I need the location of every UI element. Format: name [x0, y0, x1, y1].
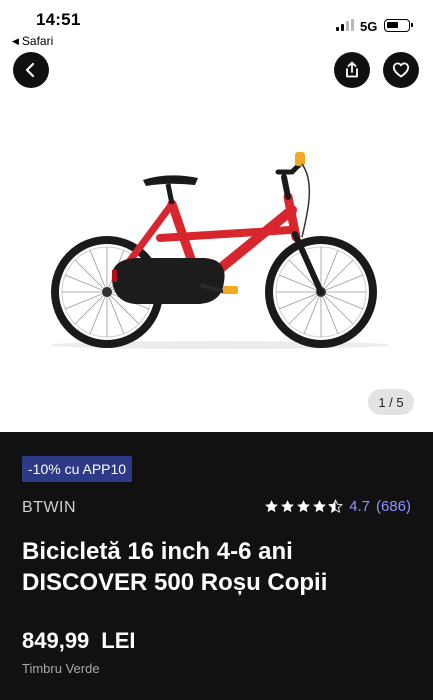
star-full-icon [297, 500, 310, 513]
clock: 14:51 [36, 10, 81, 29]
product-info-panel: -10% cu APP10 BTWIN 4.7 (686) Bicicletă … [0, 432, 433, 700]
back-button[interactable] [13, 52, 49, 88]
product-gallery[interactable]: 1 / 5 [0, 52, 433, 432]
product-price: 849,99 LEI [22, 628, 136, 654]
signal-icon [336, 19, 354, 31]
battery-icon [384, 19, 413, 32]
star-full-icon [313, 500, 326, 513]
star-full-icon [281, 500, 294, 513]
share-button[interactable] [334, 52, 370, 88]
chevron-left-icon [25, 62, 35, 78]
back-to-app-link[interactable]: ◀ Safari [12, 34, 53, 48]
star-half-icon [328, 499, 344, 514]
rating-summary[interactable]: 4.7 (686) [264, 498, 411, 515]
favorite-button[interactable] [383, 52, 419, 88]
share-icon [346, 61, 358, 78]
product-title: Bicicletă 16 inch 4-6 ani DISCOVER 500 R… [22, 538, 328, 596]
promo-badge: -10% cu APP10 [22, 456, 133, 482]
price-note: Timbru Verde [22, 661, 100, 676]
network-type: 5G [360, 19, 378, 34]
gallery-counter: 1 / 5 [368, 389, 414, 415]
rating-score: 4.7 [349, 498, 370, 515]
star-full-icon [265, 500, 278, 513]
back-app-label: Safari [21, 34, 54, 48]
heart-icon [392, 62, 410, 78]
status-bar: 14:51 ◀ Safari 5G [0, 0, 433, 52]
back-triangle-icon: ◀ [12, 35, 19, 46]
price-value: 849,99 [22, 628, 90, 653]
review-count[interactable]: (686) [376, 498, 411, 515]
rating-stars [264, 499, 344, 514]
price-currency: LEI [101, 628, 136, 653]
product-image-bike [50, 152, 390, 349]
brand-name[interactable]: BTWIN [22, 499, 76, 517]
